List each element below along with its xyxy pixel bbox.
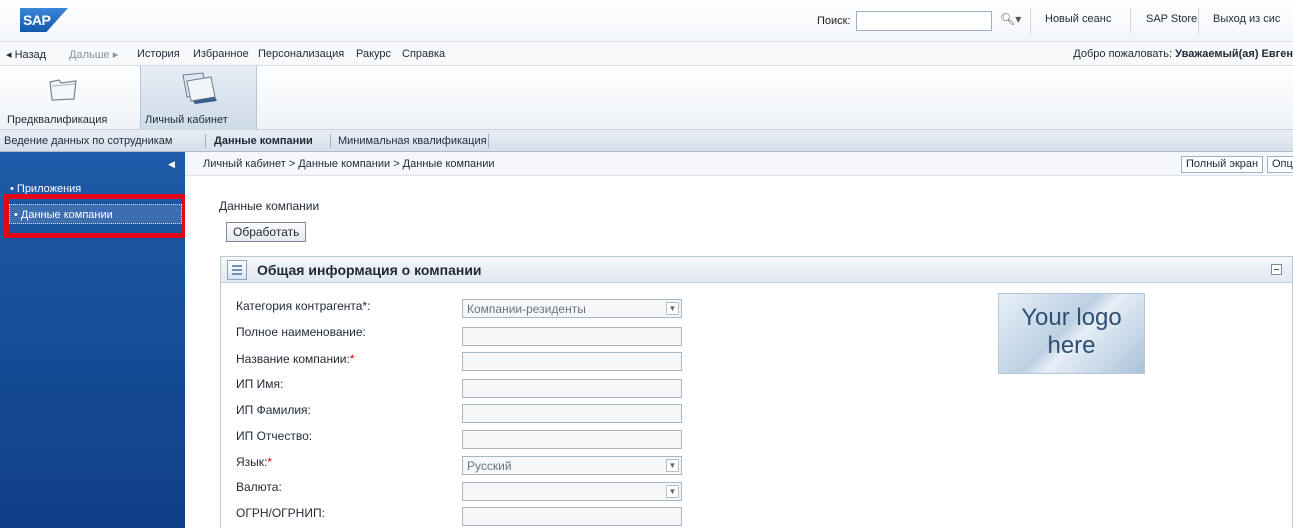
options-button[interactable]: Опц	[1267, 156, 1293, 173]
sap-logo: SAP	[20, 8, 68, 32]
sidebar-item-applications[interactable]: • Приложения	[10, 183, 81, 195]
breadcrumb[interactable]: Личный кабинет > Данные компании > Данны…	[203, 158, 495, 170]
back-button[interactable]: ◂ Назад	[6, 48, 46, 61]
divider	[1198, 8, 1199, 34]
history-menu[interactable]: История	[137, 48, 180, 60]
tab-minimal-qualification[interactable]: Минимальная квалификация	[338, 135, 487, 147]
sap-store-link[interactable]: SAP Store	[1146, 13, 1197, 25]
help-menu[interactable]: Справка	[402, 48, 445, 60]
divider	[1130, 8, 1131, 34]
ip-patronymic-field[interactable]	[462, 430, 682, 449]
logout-link[interactable]: Выход из сис	[1213, 13, 1280, 25]
page-title: Данные компании	[219, 199, 320, 213]
required-marker: *	[267, 455, 273, 469]
divider	[1030, 8, 1031, 34]
divider	[488, 134, 489, 148]
logo-text-line-2: here	[1047, 332, 1096, 359]
search-label: Поиск:	[817, 15, 851, 27]
field-label-language: Язык:*	[236, 455, 273, 469]
contractor-category-select[interactable]: Компании-резиденты ▼	[462, 299, 682, 318]
field-label-ogrn: ОГРН/ОГРНИП:	[236, 506, 325, 520]
field-label-ip-first-name: ИП Имя:	[236, 377, 284, 391]
workcenter-label: Предквалификация	[7, 114, 108, 126]
view-menu[interactable]: Ракурс	[356, 48, 391, 60]
workcenter-personal-account[interactable]: Личный кабинет	[140, 66, 257, 130]
field-label-company-name: Название компании:*	[236, 352, 355, 366]
favorites-menu[interactable]: Избранное	[193, 48, 249, 60]
collapse-sidebar-icon[interactable]: ◀	[168, 159, 175, 170]
personalization-menu[interactable]: Персонализация	[258, 48, 344, 60]
chevron-down-icon[interactable]: ▼	[666, 302, 679, 315]
sidebar-item-company-data[interactable]: • Данные компании	[9, 204, 182, 224]
ip-last-name-field[interactable]	[462, 404, 682, 423]
field-label-ip-patronymic: ИП Отчество:	[236, 429, 313, 443]
top-bar: SAP Поиск: 🔍︎▾ Новый сеанс SAP Store Вых…	[0, 0, 1293, 42]
select-value: Русский	[467, 459, 512, 473]
welcome-text: Добро пожаловать: Уважаемый(ая) Евген	[1073, 48, 1293, 60]
fullscreen-button[interactable]: Полный экран	[1181, 156, 1264, 173]
field-label-contractor-category: Категория контрагента*:	[236, 299, 371, 313]
workcenter-prequalification[interactable]: Предквалификация	[0, 66, 140, 130]
work-centers: Предквалификация Личный кабинет	[0, 66, 1293, 130]
subtab-bar: Ведение данных по сотрудникам Данные ком…	[0, 130, 1293, 152]
ip-first-name-field[interactable]	[462, 379, 682, 398]
panel-header: Общая информация о компании	[221, 257, 1292, 283]
divider	[205, 134, 206, 148]
main-content: Личный кабинет > Данные компании > Данны…	[185, 152, 1293, 528]
language-select[interactable]: Русский ▼	[462, 456, 682, 475]
folder-icon	[49, 79, 77, 101]
select-value: Компании-резиденты	[467, 302, 586, 316]
breadcrumb-bar: Личный кабинет > Данные компании > Данны…	[185, 152, 1293, 176]
forward-button[interactable]: Дальше ▸	[69, 48, 118, 61]
company-name-field[interactable]	[462, 352, 682, 371]
documents-icon	[182, 72, 217, 104]
chevron-down-icon[interactable]: ▼	[666, 459, 679, 472]
tab-company-data[interactable]: Данные компании	[214, 135, 313, 147]
field-label-full-name: Полное наименование:	[236, 325, 366, 339]
company-info-panel: Общая информация о компании Категория ко…	[220, 256, 1293, 528]
process-button[interactable]: Обработать	[226, 222, 307, 242]
chevron-down-icon[interactable]: ▼	[666, 485, 679, 498]
required-marker: *	[349, 352, 355, 366]
panel-title: Общая информация о компании	[257, 262, 482, 278]
document-list-icon	[227, 260, 247, 280]
new-session-link[interactable]: Новый сеанс	[1045, 13, 1111, 25]
collapse-panel-icon[interactable]	[1271, 264, 1282, 275]
company-logo-placeholder: Your logo here	[998, 293, 1145, 374]
search-input[interactable]	[856, 11, 992, 31]
field-label-ip-last-name: ИП Фамилия:	[236, 403, 311, 417]
navigation-row: ◂ Назад Дальше ▸ История Избранное Персо…	[0, 42, 1293, 66]
ogrn-field[interactable]	[462, 507, 682, 526]
divider	[330, 134, 331, 148]
field-label-currency: Валюта:	[236, 480, 282, 494]
currency-select[interactable]: ▼	[462, 482, 682, 501]
full-name-field[interactable]	[462, 327, 682, 346]
tab-employee-data[interactable]: Ведение данных по сотрудникам	[4, 135, 172, 147]
logo-text-line-1: Your logo	[1021, 304, 1122, 331]
workcenter-label: Личный кабинет	[145, 114, 228, 126]
search-icon[interactable]: 🔍︎▾	[1000, 12, 1021, 26]
